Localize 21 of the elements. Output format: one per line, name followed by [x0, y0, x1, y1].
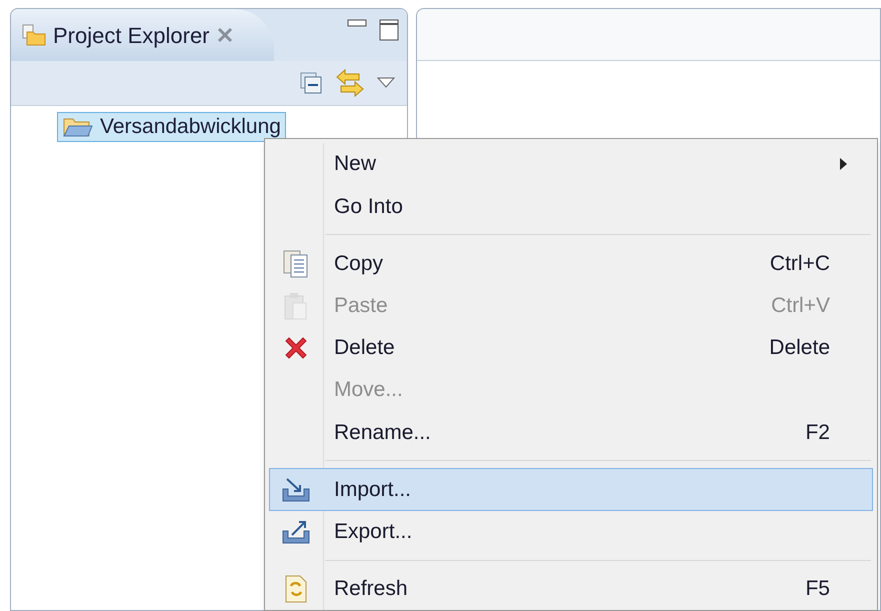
view-title: Project Explorer: [53, 22, 210, 50]
folder-icon: [62, 116, 94, 138]
submenu-arrow-icon: [840, 158, 848, 170]
menu-item[interactable]: Go Into: [269, 185, 873, 228]
menu-item[interactable]: Rename... F2: [269, 411, 873, 454]
tree-item[interactable]: Versandabwicklung: [57, 112, 286, 142]
menu-item[interactable]: Delete Delete: [269, 326, 873, 370]
view-tab[interactable]: Project Explorer: [11, 9, 274, 61]
maximize-icon[interactable]: [379, 19, 399, 41]
folder-icon: [21, 23, 47, 47]
tree-item-label: Versandabwicklung: [100, 114, 281, 140]
dropdown-icon[interactable]: [377, 77, 395, 89]
minimize-icon[interactable]: [347, 19, 367, 29]
menu-item[interactable]: Export...: [269, 510, 873, 553]
menu-item[interactable]: New: [269, 143, 873, 186]
menu-item[interactable]: Import...: [269, 468, 873, 511]
menu-item[interactable]: Copy Ctrl+C: [269, 242, 873, 285]
link-arrows-icon[interactable]: [335, 68, 365, 98]
collapse-all-icon[interactable]: [299, 71, 323, 95]
close-icon[interactable]: [216, 26, 234, 44]
menu-item[interactable]: Refresh F5: [269, 568, 873, 610]
